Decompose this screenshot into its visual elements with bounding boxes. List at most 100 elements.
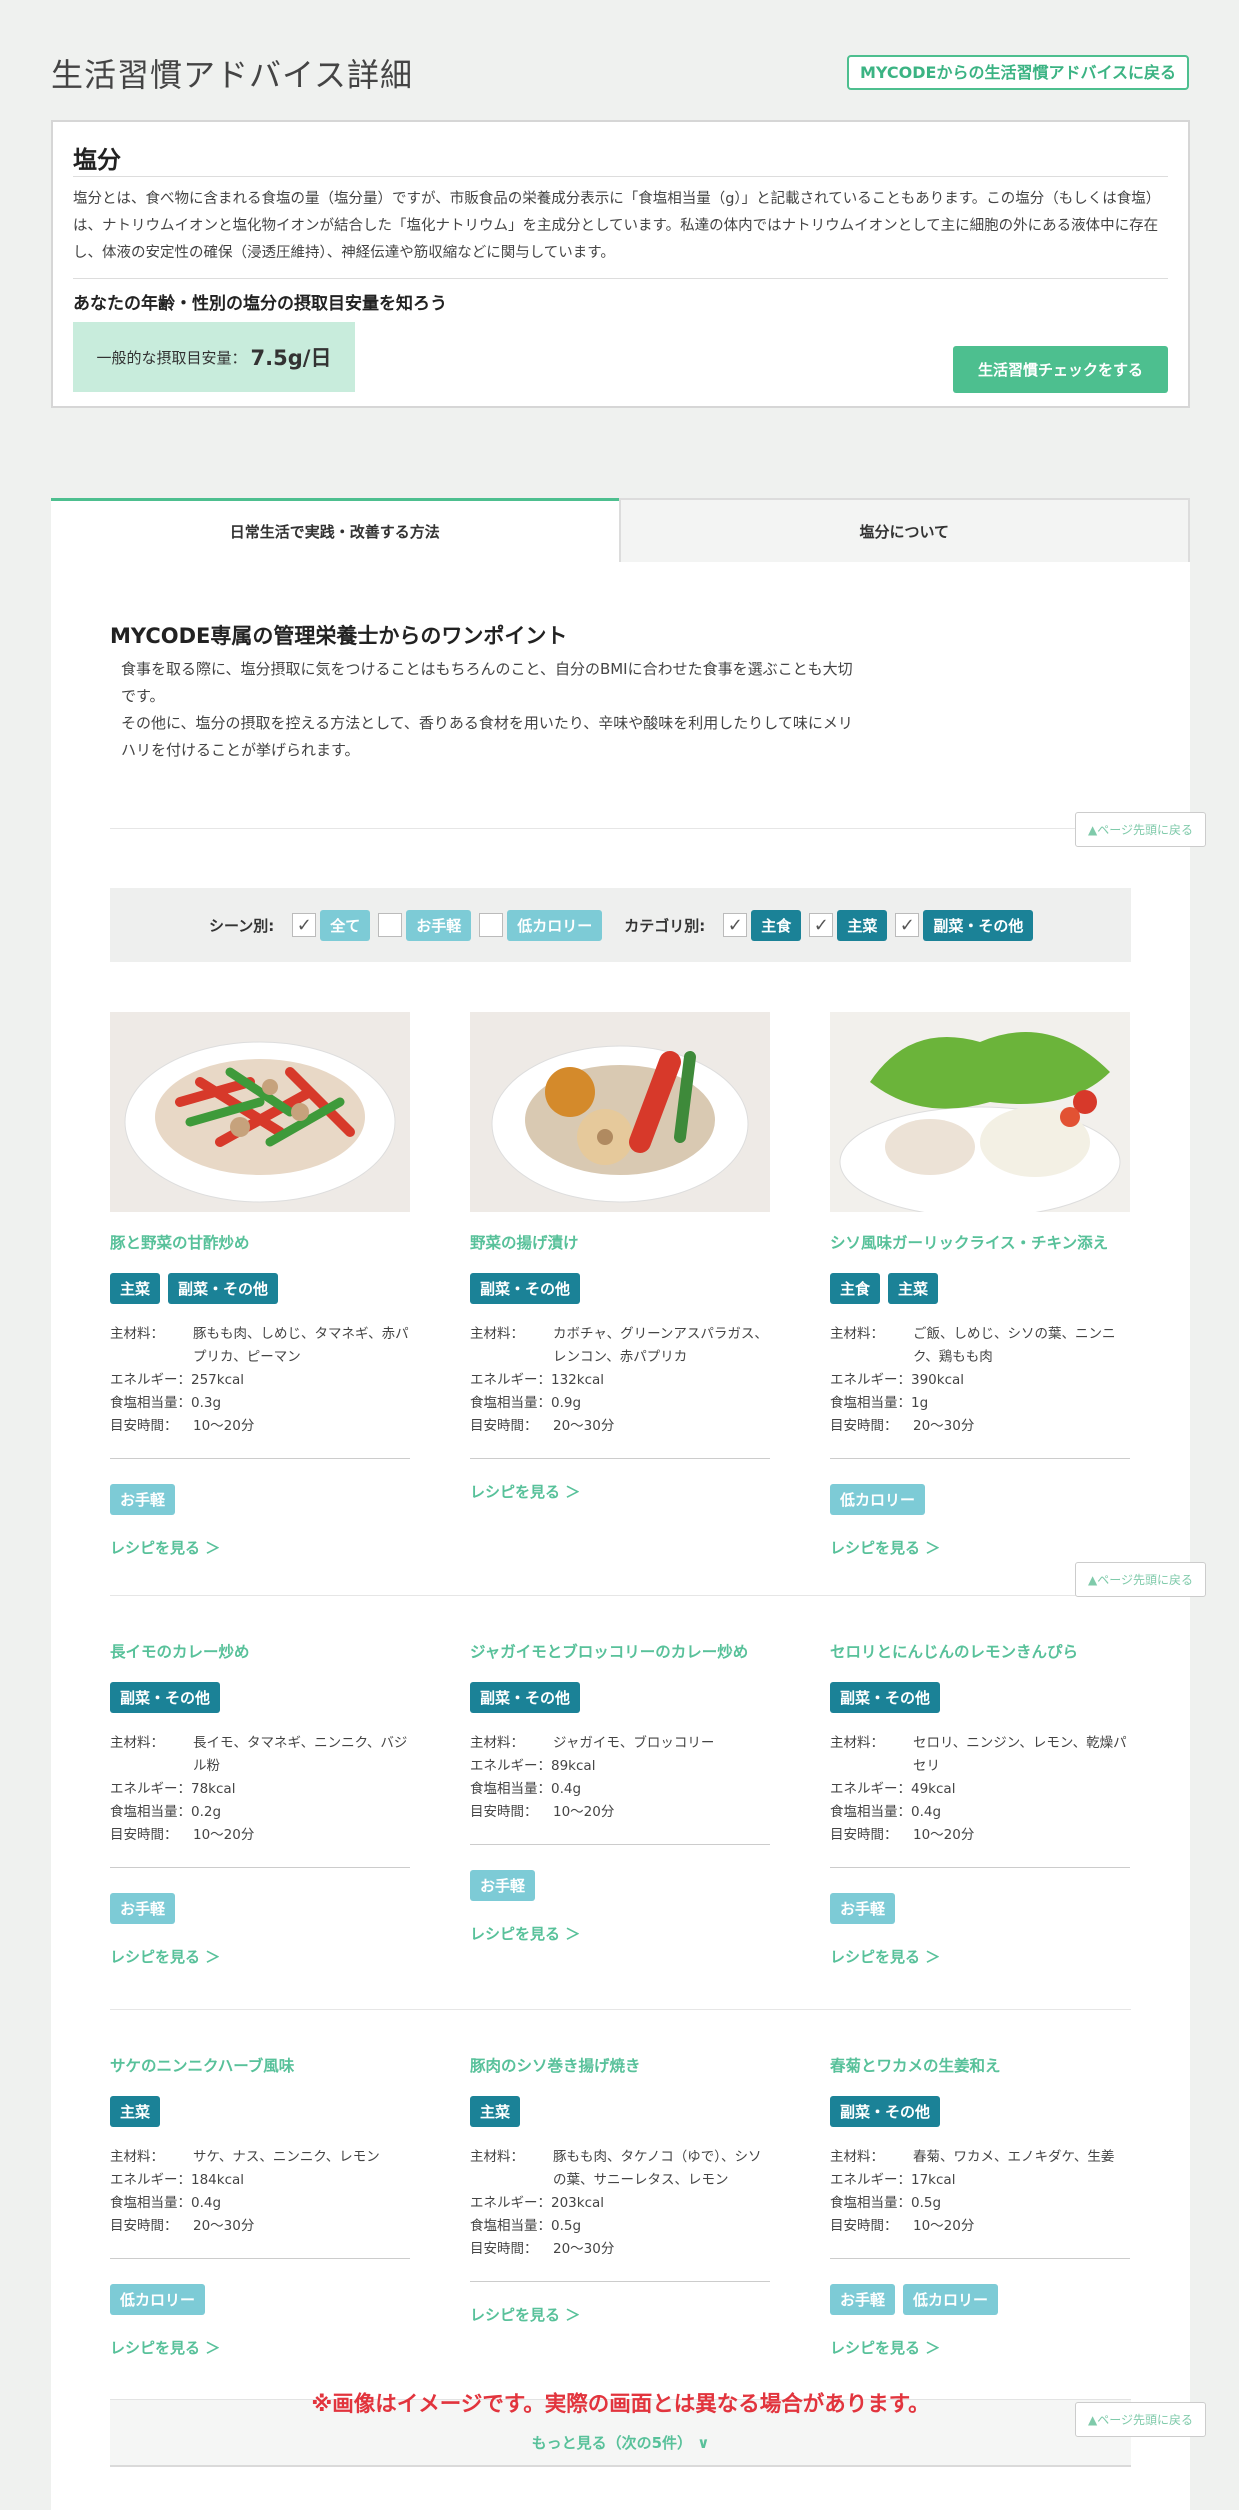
- recipe-link[interactable]: レシピを見る ＞: [110, 2337, 410, 2358]
- tab-about-salt[interactable]: 塩分について: [618, 498, 1190, 562]
- checkbox-icon[interactable]: [378, 913, 403, 937]
- recipe-link[interactable]: レシピを見る ＞: [110, 1537, 410, 1558]
- scene-tag: お手軽: [110, 1893, 176, 1924]
- time-label: 目安時間：: [110, 1418, 178, 1434]
- ingredients-label: 主材料：: [110, 2149, 164, 2165]
- page-top-link[interactable]: ▲ページ先頭に戻る: [1075, 812, 1206, 847]
- recipe-link[interactable]: レシピを見る ＞: [470, 2304, 770, 2325]
- checkbox-icon[interactable]: ✓: [809, 913, 834, 937]
- tab-content: MYCODE専属の管理栄養士からのワンポイント 食事を取る際に、塩分摂取に気をつ…: [51, 562, 1206, 2510]
- recipe-image[interactable]: [110, 1012, 410, 1212]
- recipe-link[interactable]: レシピを見る ＞: [470, 1923, 770, 1944]
- recipe-title[interactable]: シソ風味ガーリックライス・チキン添え: [830, 1231, 1130, 1253]
- salt-title: 塩分: [73, 146, 121, 174]
- category-tag: 副菜・その他: [830, 2096, 941, 2127]
- salt-label: 食塩相当量：: [470, 1395, 551, 1411]
- recipe-image[interactable]: [470, 1012, 770, 1212]
- recipe-title[interactable]: 春菊とワカメの生姜和え: [830, 2054, 1130, 2076]
- page-top-link[interactable]: ▲ページ先頭に戻る: [1075, 1562, 1206, 1597]
- checkbox-icon[interactable]: ✓: [895, 913, 920, 937]
- energy-label: エネルギー：: [470, 1758, 551, 1774]
- tab-bar: 日常生活で実践・改善する方法 塩分について: [51, 498, 1190, 562]
- ingredients-value: 春菊、ワカメ、エノキダケ、生姜: [913, 2149, 1115, 2165]
- salt-value: 0.4g: [911, 1804, 942, 1820]
- ingredients-value: セロリ、ニンジン、レモン、乾燥パセリ: [913, 1735, 1127, 1774]
- salt-label: 食塩相当量：: [110, 2195, 191, 2211]
- time-value: 20〜30分: [913, 1418, 975, 1434]
- divider: [830, 2258, 1130, 2259]
- category-filter-staple[interactable]: 主食: [751, 909, 802, 941]
- recipe-link[interactable]: レシピを見る ＞: [830, 1946, 1130, 1967]
- recipe-title[interactable]: 豚肉のシソ巻き揚げ焼き: [470, 2054, 770, 2076]
- checkbox-icon[interactable]: ✓: [723, 913, 748, 937]
- recipe-image[interactable]: [830, 1012, 1130, 1212]
- checkbox-icon[interactable]: [479, 913, 504, 937]
- recipe-info: 主材料： 豚もも肉、タケノコ（ゆで）、シソの葉、サニーレタス、レモン エネルギー：…: [470, 2146, 770, 2261]
- energy-label: エネルギー：: [470, 1372, 551, 1388]
- divider: [73, 278, 1168, 279]
- energy-label: エネルギー：: [830, 1781, 911, 1797]
- recipe-card: 豚肉のシソ巻き揚げ焼き 主菜 主材料： 豚もも肉、タケノコ（ゆで）、シソの葉、サニ…: [470, 2054, 770, 2325]
- energy-label: エネルギー：: [830, 2172, 911, 2188]
- energy-value: 78kcal: [191, 1781, 236, 1797]
- time-value: 20〜30分: [193, 2218, 255, 2234]
- back-to-advice-button[interactable]: MYCODEからの生活習慣アドバイスに戻る: [846, 55, 1189, 90]
- salt-value: 0.2g: [191, 1804, 222, 1820]
- time-label: 目安時間：: [110, 1827, 178, 1843]
- recipe-link[interactable]: レシピを見る ＞: [830, 2337, 1130, 2358]
- recipe-title[interactable]: 野菜の揚げ漬け: [470, 1231, 770, 1253]
- energy-label: エネルギー：: [830, 1372, 911, 1388]
- ingredients-label: 主材料：: [110, 1735, 164, 1751]
- recipe-title[interactable]: ジャガイモとブロッコリーのカレー炒め: [470, 1640, 770, 1662]
- salt-value: 0.4g: [191, 2195, 222, 2211]
- recipe-info: 主材料： カボチャ、グリーンアスパラガス、レンコン、赤パプリカ エネルギー： 132…: [470, 1323, 770, 1438]
- lifestyle-check-button[interactable]: 生活習慣チェックをする: [953, 346, 1168, 393]
- category-tag: 主菜: [888, 1273, 939, 1304]
- scene-filter-all[interactable]: 全て: [320, 909, 371, 941]
- divider: [830, 1867, 1130, 1868]
- category-tag: 主食: [830, 1273, 881, 1304]
- image-disclaimer: ※画像はイメージです。実際の画面とは異なる場合があります。: [311, 2392, 930, 2417]
- recipe-link[interactable]: レシピを見る ＞: [470, 1481, 770, 1502]
- energy-value: 17kcal: [911, 2172, 956, 2188]
- scene-filter-lowcal[interactable]: 低カロリー: [507, 909, 603, 941]
- recipe-title[interactable]: セロリとにんじんのレモンきんぴら: [830, 1640, 1130, 1662]
- time-value: 20〜30分: [553, 1418, 615, 1434]
- checkbox-icon[interactable]: ✓: [292, 913, 317, 937]
- recipe-link[interactable]: レシピを見る ＞: [830, 1537, 1130, 1558]
- scene-filter-easy[interactable]: お手軽: [406, 909, 472, 941]
- recipe-card: 長イモのカレー炒め 副菜・その他 主材料： 長イモ、タマネギ、ニンニク、バジル粉 …: [110, 1640, 410, 1967]
- recipe-card: セロリとにんじんのレモンきんぴら 副菜・その他 主材料： セロリ、ニンジン、レモン…: [830, 1640, 1130, 1967]
- scene-tag: お手軽: [830, 2284, 896, 2315]
- salt-value: 0.5g: [911, 2195, 942, 2211]
- recipe-info: 主材料： 長イモ、タマネギ、ニンニク、バジル粉 エネルギー： 78kcal 食塩相当…: [110, 1732, 410, 1847]
- category-filter-label: カテゴリ別:: [624, 916, 706, 935]
- recipe-title[interactable]: サケのニンニクハーブ風味: [110, 2054, 410, 2076]
- salt-summary-card: 塩分 塩分とは、食べ物に含まれる食塩の量（塩分量）ですが、市販食品の栄養成分表示…: [51, 120, 1190, 408]
- page-title: 生活習慣アドバイス詳細: [51, 56, 414, 94]
- recipe-title[interactable]: 長イモのカレー炒め: [110, 1640, 410, 1662]
- recipe-info: 主材料： ジャガイモ、ブロッコリー エネルギー： 89kcal 食塩相当量： 0.4g…: [470, 1732, 770, 1824]
- tab-daily-practice[interactable]: 日常生活で実践・改善する方法: [51, 498, 619, 562]
- salt-value: 0.9g: [551, 1395, 582, 1411]
- ingredients-label: 主材料：: [830, 2149, 884, 2165]
- salt-label: 食塩相当量：: [830, 1804, 911, 1820]
- recipe-title[interactable]: 豚と野菜の甘酢炒め: [110, 1231, 410, 1253]
- salt-label: 食塩相当量：: [110, 1395, 191, 1411]
- intake-box: 一般的な摂取目安量： 7.5g/日: [73, 322, 355, 392]
- recipe-info: 主材料： 豚もも肉、しめじ、タマネギ、赤パプリカ、ピーマン エネルギー： 257kc…: [110, 1323, 410, 1438]
- category-filter-main[interactable]: 主菜: [837, 909, 888, 941]
- time-value: 10〜20分: [193, 1827, 255, 1843]
- salt-label: 食塩相当量：: [110, 1804, 191, 1820]
- salt-value: 1g: [911, 1395, 929, 1411]
- divider: [110, 1458, 410, 1459]
- category-filter-side[interactable]: 副菜・その他: [923, 909, 1034, 941]
- ingredients-label: 主材料：: [470, 2149, 524, 2165]
- divider: [110, 2258, 410, 2259]
- recipe-card: サケのニンニクハーブ風味 主菜 主材料： サケ、ナス、ニンニク、レモン エネルギー…: [110, 2054, 410, 2358]
- recipe-link[interactable]: レシピを見る ＞: [110, 1946, 410, 1967]
- scene-tag: お手軽: [470, 1870, 536, 1901]
- recipe-card: シソ風味ガーリックライス・チキン添え 主食 主菜 主材料： ご飯、しめじ、シソの葉…: [830, 1012, 1130, 1558]
- ingredients-value: ジャガイモ、ブロッコリー: [553, 1735, 715, 1751]
- onepoint-line: 食事を取る際に、塩分摂取に気をつけることはもちろんのこと、自分のBMIに合わせた…: [121, 660, 853, 705]
